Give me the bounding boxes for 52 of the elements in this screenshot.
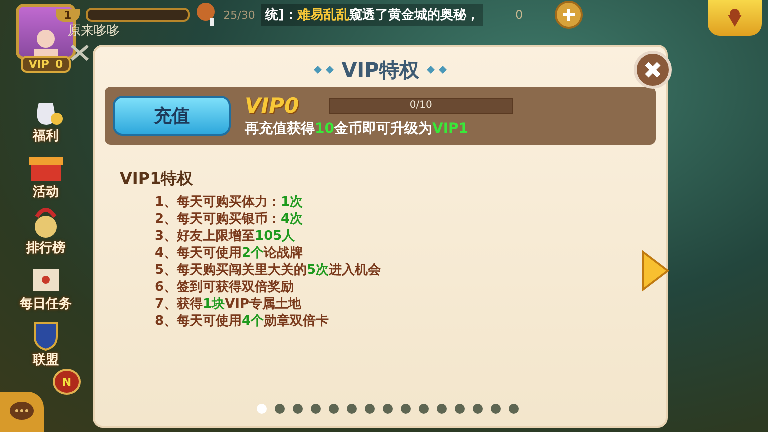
next-page-button[interactable]	[640, 250, 670, 292]
recharge-button[interactable]: 充值	[113, 96, 231, 136]
privilege-line: 8、每天可使用4个勋章双倍卡	[155, 313, 330, 330]
privilege-line: 3、好友上限增至105人	[155, 228, 296, 245]
add-button[interactable]	[555, 1, 584, 29]
page-dot[interactable]	[401, 404, 411, 414]
privilege-line: 6、签到可获得双倍奖励	[155, 279, 296, 296]
broadcast-message: 统]：难易乱乱窥透了黄金城的奥秘，	[261, 4, 484, 26]
dialog-title: VIP特权	[342, 56, 420, 84]
menu-toggle-button[interactable]	[708, 0, 762, 36]
section-title: VIP1特权	[120, 169, 194, 190]
page-dot[interactable]	[455, 404, 465, 414]
notification-badge: N	[53, 369, 81, 395]
chat-bubble-icon	[9, 401, 35, 423]
page-dot[interactable]	[365, 404, 375, 414]
page-dot[interactable]	[437, 404, 447, 414]
diamond-ornament-icon	[314, 66, 334, 74]
stamina-count: 25/30	[224, 8, 256, 22]
upgrade-hint: 再充值获得10金币即可升级为VIP1	[245, 120, 470, 138]
page-dot[interactable]	[383, 404, 393, 414]
privilege-line: 5、每天购买闯关里大关的5次进入机会	[155, 262, 382, 279]
privilege-line: 2、每天可购买银币：4次	[155, 211, 304, 228]
privilege-line: 4、每天可使用2个论战牌	[155, 245, 304, 262]
page-dot[interactable]	[347, 404, 357, 414]
page-dot[interactable]	[275, 404, 285, 414]
page-dot[interactable]	[293, 404, 303, 414]
privilege-line: 1、每天可购买体力：1次	[155, 194, 304, 211]
plus-icon	[562, 8, 576, 22]
privilege-line: 7、获得1块VIP专属土地	[155, 296, 303, 313]
level-badge: 1	[56, 8, 80, 22]
page-dot[interactable]	[311, 404, 321, 414]
side-menu-item[interactable]: 联盟	[27, 319, 65, 369]
page-dot[interactable]	[257, 404, 267, 414]
page-dot[interactable]	[473, 404, 483, 414]
diamond-ornament-icon	[427, 66, 448, 74]
progress-reading: 0/10	[408, 99, 434, 113]
page-dot[interactable]	[419, 404, 429, 414]
vip-level: VIP0	[245, 94, 300, 118]
side-menu-item[interactable]: 活动	[27, 151, 65, 201]
close-button[interactable]	[634, 51, 672, 89]
coin-count: 0	[514, 8, 524, 22]
close-icon	[644, 61, 662, 79]
side-menu-item[interactable]: 福利	[27, 95, 65, 145]
vip-tag: VIP 0	[20, 56, 72, 73]
page-dot[interactable]	[509, 404, 519, 414]
side-menu-item[interactable]: 排行榜	[26, 207, 66, 257]
side-menu-item[interactable]: 每日任务	[20, 263, 72, 313]
player-name: 原来哆哆	[68, 23, 120, 40]
page-dot[interactable]	[491, 404, 501, 414]
page-dot[interactable]	[329, 404, 339, 414]
chat-button[interactable]	[0, 392, 44, 432]
avatar-silhouette-icon	[31, 27, 61, 57]
